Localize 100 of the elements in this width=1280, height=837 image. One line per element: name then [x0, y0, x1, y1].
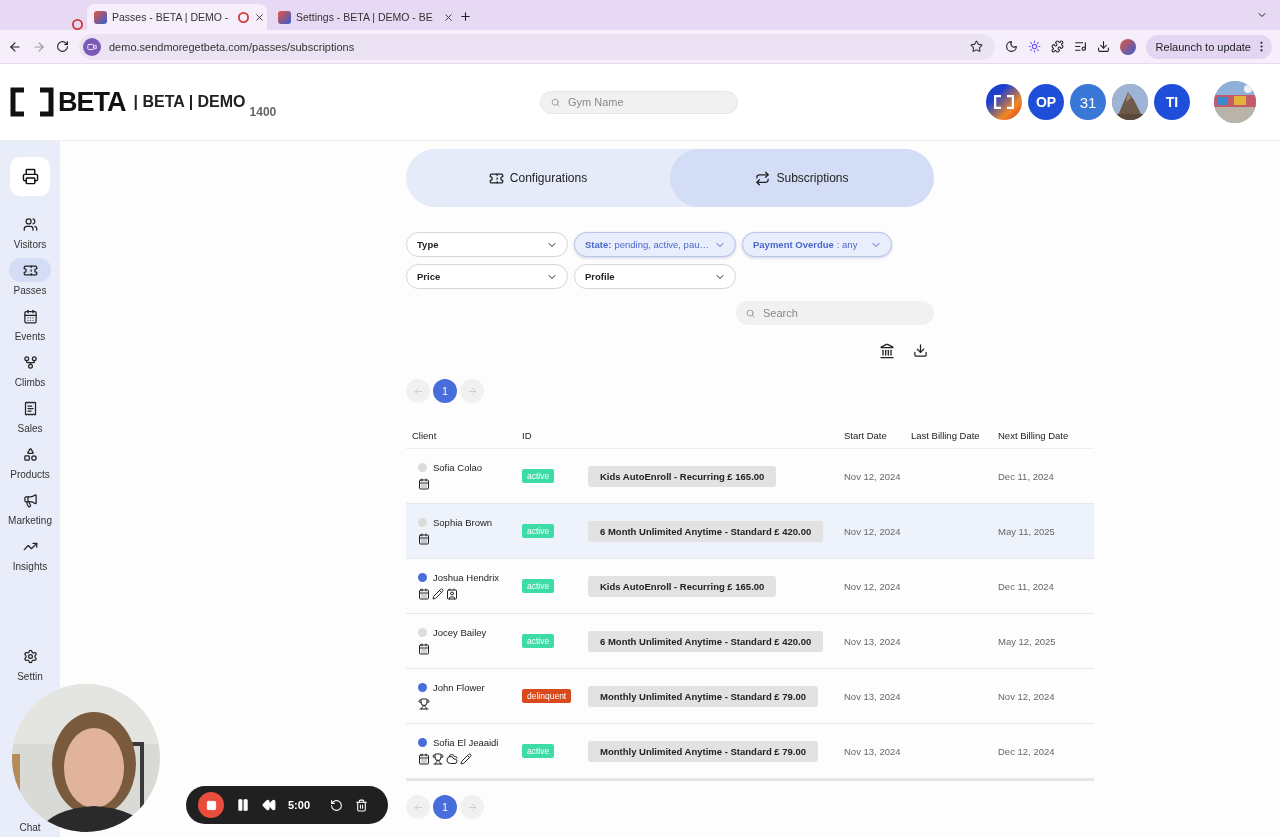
- repeat-icon: [755, 170, 771, 186]
- status-tag: active: [522, 634, 555, 648]
- nav-label[interactable]: Insights: [12, 561, 48, 572]
- browser-tab[interactable]: Settings - BETA | DEMO - BE: [271, 4, 451, 30]
- moon-icon[interactable]: [1004, 40, 1018, 53]
- next-billing-date: Dec 11, 2024: [998, 580, 1055, 592]
- profile-icon[interactable]: [1119, 38, 1136, 55]
- new-tab-icon[interactable]: [459, 10, 472, 23]
- ticket-icon: [488, 170, 504, 186]
- app-avatar[interactable]: [986, 84, 1022, 120]
- tab-title: Passes - BETA | DEMO -: [112, 11, 229, 23]
- initials-avatar[interactable]: OP: [1028, 84, 1064, 120]
- page-button[interactable]: 1: [433, 795, 457, 819]
- star-icon[interactable]: [969, 40, 983, 53]
- arrow-left-icon: [412, 801, 424, 813]
- megaphone-icon: [22, 492, 38, 508]
- filter-dropdown[interactable]: Type: [406, 232, 568, 257]
- video-icon: [87, 41, 97, 52]
- browser-tab[interactable]: Passes - BETA | DEMO -: [87, 4, 267, 30]
- calendar-icon: [418, 478, 430, 490]
- relaunch-button[interactable]: Relaunch to update: [1145, 34, 1272, 59]
- filter-dropdown[interactable]: Price: [406, 264, 568, 289]
- start-date: Nov 13, 2024: [844, 690, 902, 702]
- start-date: Nov 13, 2024: [844, 635, 902, 647]
- client-name: Joshua Hendrix: [433, 572, 499, 583]
- start-date: Nov 12, 2024: [844, 580, 902, 592]
- trash-icon[interactable]: [355, 798, 369, 812]
- start-date: Nov 12, 2024: [844, 525, 902, 537]
- filter-dropdown[interactable]: State: pending, active, pau…: [574, 232, 736, 257]
- plan-tag: Kids AutoEnroll - Recurring £ 165.00: [588, 575, 777, 597]
- pencil-icon: [460, 753, 472, 765]
- calendar-icon: [418, 643, 430, 655]
- sun-icon[interactable]: [1027, 40, 1041, 53]
- calendar-avatar[interactable]: 31: [1070, 84, 1106, 120]
- next-billing-date: Dec 11, 2024: [998, 470, 1055, 482]
- relaunch-label: Relaunch to update: [1155, 40, 1251, 53]
- filter-dropdown[interactable]: Payment Overdue : any: [742, 232, 892, 257]
- start-date: Nov 12, 2024: [844, 470, 902, 482]
- status-tag: active: [522, 524, 555, 538]
- page-button[interactable]: 1: [433, 379, 457, 403]
- search-icon: [551, 97, 560, 107]
- calendar-icon: [22, 308, 38, 324]
- next-billing-date: Nov 12, 2024: [998, 690, 1056, 702]
- next-billing-date: Dec 12, 2024: [998, 745, 1056, 757]
- close-icon[interactable]: [254, 11, 266, 23]
- nav-label[interactable]: Products: [10, 469, 50, 480]
- stop-icon: [205, 799, 217, 811]
- brand-number: 1400: [249, 105, 277, 119]
- playlist-icon[interactable]: [1073, 40, 1087, 53]
- restart-icon[interactable]: [330, 798, 344, 812]
- nav-label[interactable]: Passes: [13, 285, 47, 296]
- shapes-icon: [22, 446, 38, 462]
- filter-dropdown[interactable]: Profile: [574, 264, 736, 289]
- reload-icon[interactable]: [56, 40, 69, 53]
- search-icon: [746, 308, 755, 318]
- register-button[interactable]: [10, 157, 50, 196]
- users-icon: [22, 216, 38, 232]
- favicon-icon: [94, 10, 107, 24]
- calendar-icon: [418, 588, 430, 600]
- nav-label[interactable]: Sales: [17, 423, 43, 434]
- nav-label[interactable]: Settin: [17, 671, 43, 682]
- client-name: Sophia Brown: [433, 517, 493, 528]
- column-header: Client: [412, 430, 438, 441]
- nav-label[interactable]: Marketing: [8, 515, 52, 526]
- start-date: Nov 13, 2024: [844, 745, 902, 757]
- client-name: Sofia Colao: [433, 462, 483, 473]
- rewind-icon[interactable]: [262, 798, 276, 812]
- initials-avatar[interactable]: TI: [1154, 84, 1190, 120]
- fork-icon: [22, 354, 38, 370]
- stop-button[interactable]: [198, 792, 224, 818]
- receipt-icon: [22, 400, 38, 416]
- bank-icon[interactable]: [879, 343, 895, 359]
- plan-tag: 6 Month Unlimited Anytime - Standard £ 420.00: [588, 520, 824, 542]
- nav-icon-highlight[interactable]: [9, 258, 51, 282]
- table-row-highlighted[interactable]: Sophia Brown active 6 Month Unlimited Anytime - Standard £ 420.00 Nov 12, 2024 May 11, 2025: [406, 504, 1094, 559]
- close-icon[interactable]: [442, 11, 454, 23]
- column-header: ID: [522, 430, 533, 441]
- download-icon[interactable]: [1096, 40, 1110, 53]
- tab[interactable]: Subscriptions: [670, 149, 934, 207]
- status-tag: active: [522, 579, 555, 593]
- placeholder: Gym Name: [568, 96, 624, 108]
- plan-tag: Monthly Unlimited Anytime - Standard £ 79.00: [588, 685, 819, 707]
- pause-icon[interactable]: [236, 798, 250, 812]
- tab[interactable]: Configurations: [406, 149, 670, 207]
- nav-label[interactable]: Chat: [19, 822, 41, 833]
- nav-label[interactable]: Events: [14, 331, 46, 342]
- back-icon[interactable]: [8, 39, 22, 54]
- plan-tag: 6 Month Unlimited Anytime - Standard £ 420.00: [588, 630, 824, 652]
- nav-label[interactable]: Visitors: [13, 239, 47, 250]
- brand-subtitle: | BETA | DEMO: [133, 93, 246, 111]
- url-text: demo.sendmoregetbeta.com/passes/subscriptions: [109, 40, 355, 53]
- nav-label[interactable]: Climbs: [14, 377, 46, 388]
- id-card-icon: [446, 588, 458, 600]
- arrow-left-icon: [412, 385, 424, 397]
- address-bar[interactable]: demo.sendmoregetbeta.com/passes/subscriptions: [79, 33, 995, 60]
- download-icon[interactable]: [913, 343, 928, 358]
- placeholder: Search: [763, 307, 798, 319]
- puzzle-icon[interactable]: [1050, 40, 1064, 53]
- status-tag: active: [522, 744, 555, 758]
- record-icon: [72, 19, 83, 30]
